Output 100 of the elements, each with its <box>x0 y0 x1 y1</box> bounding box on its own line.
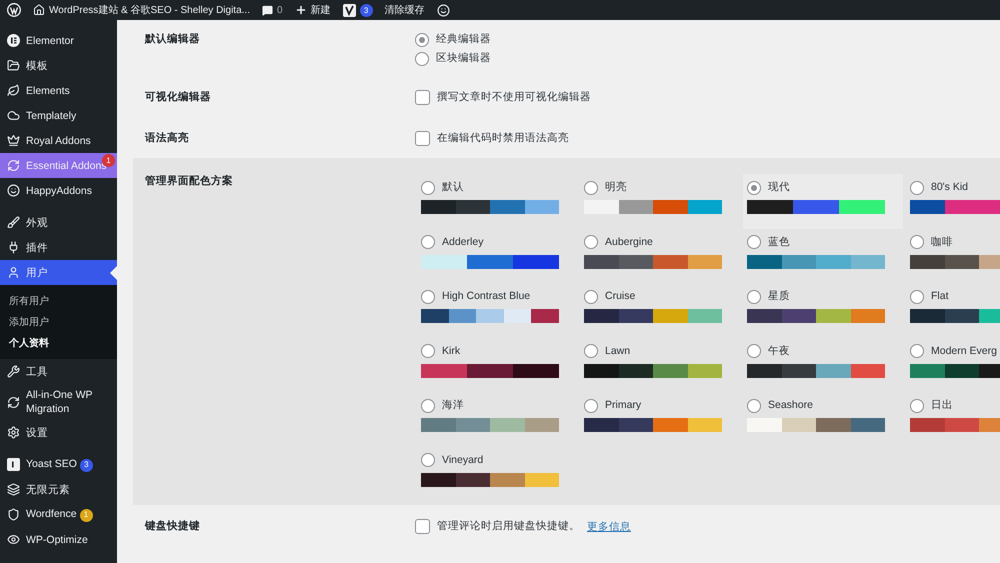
scheme-name: 明亮 <box>605 180 627 195</box>
menu-item[interactable]: 模板 <box>0 53 117 78</box>
new-content-link[interactable]: 新建 <box>294 3 331 17</box>
menu-item[interactable]: All-in-One WP Migration <box>0 384 117 420</box>
plus-icon <box>294 4 307 16</box>
radio-button[interactable] <box>421 235 435 249</box>
radio-button[interactable] <box>910 398 924 412</box>
scheme-name: Adderley <box>442 234 484 250</box>
color-scheme-option[interactable]: Kirk <box>417 338 577 392</box>
option-label: 撰写文章时不使用可视化编辑器 <box>437 90 591 105</box>
radio-button[interactable] <box>584 344 598 358</box>
count-badge: 3 <box>80 458 93 472</box>
color-scheme-option[interactable]: 咖啡 <box>906 228 1000 283</box>
menu-item[interactable]: HappyAddons <box>0 178 117 203</box>
color-scheme-option[interactable]: 现代 <box>743 174 903 228</box>
crown-icon <box>7 134 20 147</box>
scheme-name: Vineyard <box>442 452 484 468</box>
color-scheme-option[interactable]: 默认 <box>417 174 577 228</box>
radio-button[interactable] <box>584 235 598 249</box>
option-label: 管理评论时启用键盘快捷键。 <box>437 519 580 534</box>
color-scheme-option[interactable]: 海洋 <box>417 392 577 446</box>
checkbox[interactable] <box>415 90 430 105</box>
smile-icon[interactable] <box>436 4 450 16</box>
count-badge: 1 <box>80 508 93 522</box>
color-scheme-option[interactable]: Seashore <box>743 392 903 446</box>
menu-item[interactable]: WP-Optimize <box>0 527 117 552</box>
radio-button[interactable] <box>415 52 429 66</box>
radio-button[interactable] <box>584 398 598 412</box>
setting-label: 可视化编辑器 <box>145 90 212 105</box>
scheme-name: 咖啡 <box>931 234 953 250</box>
radio-button[interactable] <box>584 180 598 194</box>
scheme-name: High Contrast Blue <box>442 289 530 304</box>
scheme-name: 蓝色 <box>768 234 790 250</box>
color-scheme-option[interactable]: Flat <box>906 283 1000 338</box>
color-scheme-option[interactable]: High Contrast Blue <box>417 283 577 338</box>
radio-button[interactable] <box>747 290 761 304</box>
layers-icon <box>7 483 20 496</box>
radio-button[interactable] <box>747 344 761 358</box>
menu-item[interactable]: Elements <box>0 78 117 103</box>
checkbox[interactable] <box>415 519 430 534</box>
comment-icon <box>262 4 273 16</box>
submenu-item[interactable]: 个人资料 <box>0 333 117 354</box>
scheme-name: Aubergine <box>605 234 653 250</box>
scheme-name: 午夜 <box>768 344 790 358</box>
setting-label: 管理界面配色方案 <box>145 174 234 189</box>
color-scheme-option[interactable]: Vineyard <box>417 446 577 501</box>
submenu-item[interactable]: 添加用户 <box>0 312 117 333</box>
radio-button[interactable] <box>584 290 598 304</box>
clear-cache-link[interactable]: 清除缓存 <box>384 3 425 17</box>
radio-button[interactable] <box>421 180 435 194</box>
menu-item[interactable]: Yoast SEO 3 <box>0 452 117 477</box>
color-scheme-option[interactable]: Aubergine <box>580 228 740 283</box>
radio-button[interactable] <box>910 290 924 304</box>
radio-button[interactable] <box>910 235 924 249</box>
menu-item[interactable]: 用户 <box>0 260 117 285</box>
menu-item[interactable]: 设置 <box>0 420 117 445</box>
radio-button[interactable] <box>421 344 435 358</box>
radio-button[interactable] <box>910 344 924 358</box>
scheme-name: Lawn <box>605 344 630 358</box>
radio-button[interactable] <box>910 180 924 194</box>
color-scheme-option[interactable]: Modern Everg <box>906 338 1000 392</box>
menu-item[interactable]: Royal Addons <box>0 128 117 153</box>
color-scheme-option[interactable]: 明亮 <box>580 174 740 228</box>
scheme-name: Flat <box>931 289 949 304</box>
color-scheme-option[interactable]: Lawn <box>580 338 740 392</box>
radio-button[interactable] <box>421 290 435 304</box>
comment-count: 0 <box>276 4 283 16</box>
submenu-item[interactable]: 所有用户 <box>0 291 117 312</box>
menu-item[interactable]: Elementor <box>0 28 117 53</box>
radio-button[interactable] <box>421 398 435 412</box>
option-label: 在编辑代码时禁用语法高亮 <box>437 131 569 146</box>
radio-button[interactable] <box>747 180 761 194</box>
color-scheme-option[interactable]: Cruise <box>580 283 740 338</box>
leaf-icon <box>7 84 20 97</box>
color-scheme-option[interactable]: 星质 <box>743 283 903 338</box>
comments-link[interactable]: 0 <box>262 4 283 16</box>
radio-button[interactable] <box>415 32 429 46</box>
menu-item[interactable]: 插件 <box>0 235 117 260</box>
radio-button[interactable] <box>747 398 761 412</box>
yoast-menu-link[interactable]: 3 <box>342 4 373 16</box>
menu-item[interactable]: Templately <box>0 103 117 128</box>
radio-button[interactable] <box>747 235 761 249</box>
color-scheme-option[interactable]: 日出 <box>906 392 1000 446</box>
radio-button[interactable] <box>421 453 435 467</box>
scheme-name: 默认 <box>442 180 464 195</box>
checkbox[interactable] <box>415 131 430 146</box>
more-info-link[interactable]: 更多信息 <box>587 520 631 534</box>
color-scheme-option[interactable]: 午夜 <box>743 338 903 392</box>
color-scheme-option[interactable]: 蓝色 <box>743 228 903 283</box>
color-scheme-option[interactable]: Primary <box>580 392 740 446</box>
menu-item[interactable]: 外观 <box>0 210 117 235</box>
color-scheme-option[interactable]: 80's Kid <box>906 174 1000 228</box>
scheme-name: 海洋 <box>442 398 464 413</box>
menu-item[interactable]: 无限元素 <box>0 477 117 502</box>
site-name-link[interactable]: WordPress建站 & 谷歌SEO - Shelley Digita... <box>33 3 250 17</box>
scheme-name: Primary <box>605 398 642 413</box>
color-scheme-option[interactable]: Adderley <box>417 228 577 283</box>
menu-item[interactable]: Wordfence 1 <box>0 502 117 527</box>
menu-item[interactable]: 工具 <box>0 359 117 384</box>
cloud-icon <box>7 109 20 122</box>
